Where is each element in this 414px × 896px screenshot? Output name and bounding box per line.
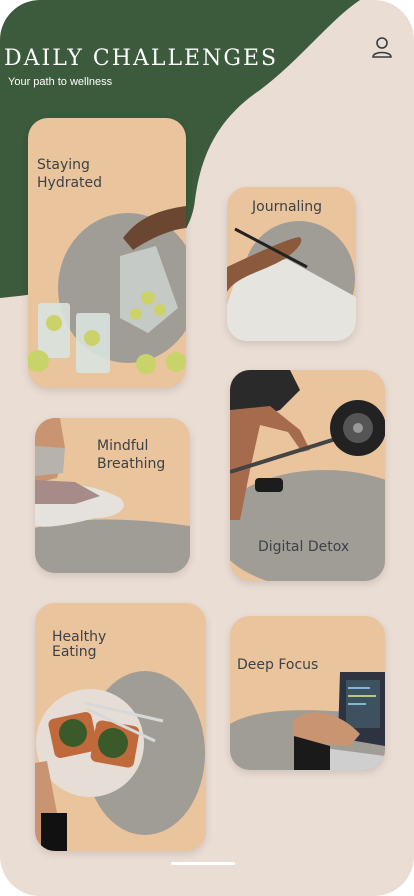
challenge-card-healthy-eating[interactable]: Healthy Eating [35,603,206,851]
challenge-label: Digital Detox [258,539,350,555]
challenge-card-journaling[interactable]: Journaling [227,187,356,341]
challenge-card-staying-hydrated[interactable]: Staying Hydrated [28,118,186,388]
home-indicator[interactable] [171,862,235,865]
challenge-card-mindful-breathing[interactable]: Mindful Breathing [35,418,190,573]
page-subtitle: Your path to wellness [8,76,113,88]
challenge-label: Staying Hydrated [37,157,103,191]
phone-screen: DAILY CHALLENGES Your path to wellness S… [0,0,414,896]
challenge-label: Healthy Eating [52,629,107,660]
laptop-image [230,672,385,770]
challenge-label: Journaling [252,199,323,215]
user-icon[interactable] [369,35,395,61]
challenge-card-digital-detox[interactable]: Digital Detox [230,370,385,581]
challenge-card-deep-focus[interactable]: Deep Focus [230,616,385,770]
page-title: DAILY CHALLENGES [4,46,279,71]
challenge-label: Deep Focus [237,657,319,673]
challenge-label: Mindful Breathing [97,438,166,472]
